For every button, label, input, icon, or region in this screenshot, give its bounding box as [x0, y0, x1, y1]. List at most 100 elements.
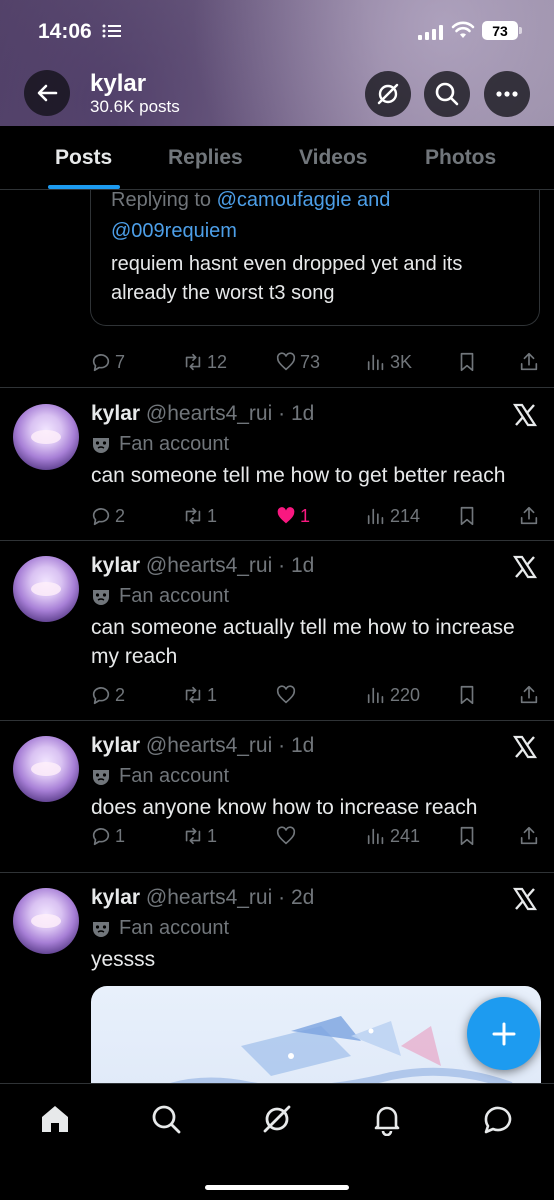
- share-button[interactable]: [518, 351, 540, 373]
- mention-link[interactable]: @camoufaggie: [217, 190, 352, 211]
- bookmark-icon: [460, 685, 474, 705]
- post[interactable]: kylar @hearts4_rui · 1d Fan account can …: [0, 540, 554, 720]
- heart-icon: [276, 352, 296, 371]
- share-button[interactable]: [518, 825, 540, 847]
- avatar[interactable]: [13, 736, 79, 802]
- tab-posts[interactable]: Posts: [55, 146, 112, 170]
- views-button[interactable]: 220: [365, 684, 420, 706]
- share-icon: [520, 506, 538, 525]
- like-button[interactable]: [275, 825, 300, 847]
- bell-icon[interactable]: [370, 1102, 404, 1136]
- quoted-post[interactable]: Replying to @camoufaggie and @009requiem …: [90, 190, 540, 326]
- profile-post-count: 30.6K posts: [90, 97, 180, 116]
- reply-button[interactable]: 7: [90, 351, 125, 373]
- share-button[interactable]: [518, 684, 540, 706]
- share-button[interactable]: [518, 505, 540, 527]
- bookmark-button[interactable]: [456, 825, 478, 847]
- post-actions: 2 1 220: [90, 684, 540, 710]
- views-icon: [367, 354, 384, 371]
- battery-indicator: 73: [482, 21, 518, 40]
- grok-button[interactable]: [365, 71, 411, 117]
- list-icon: [102, 24, 121, 38]
- tab-replies[interactable]: Replies: [168, 146, 243, 170]
- repost-button[interactable]: 1: [182, 825, 217, 847]
- avatar[interactable]: [13, 556, 79, 622]
- repost-button[interactable]: 12: [182, 351, 227, 373]
- search-button[interactable]: [424, 71, 470, 117]
- author-name[interactable]: kylar: [91, 402, 140, 425]
- status-time: 14:06: [38, 20, 92, 43]
- back-button[interactable]: [24, 70, 70, 116]
- x-logo-icon: [512, 403, 538, 427]
- tab-photos[interactable]: Photos: [425, 146, 496, 170]
- bookmark-button[interactable]: [456, 505, 478, 527]
- post-actions: 2 1 1 214: [90, 505, 540, 531]
- views-button[interactable]: 3K: [365, 351, 412, 373]
- author-name[interactable]: kylar: [91, 554, 140, 577]
- bookmark-button[interactable]: [456, 684, 478, 706]
- repost-count: 1: [207, 684, 218, 705]
- account-label-text: Fan account: [119, 765, 230, 787]
- post[interactable]: kylar @hearts4_rui · 1d Fan account does…: [0, 720, 554, 872]
- post-text: does anyone know how to increase reach: [91, 796, 478, 819]
- views-icon: [367, 687, 384, 704]
- avatar[interactable]: [13, 888, 79, 954]
- bookmark-icon: [460, 352, 474, 372]
- bookmark-button[interactable]: [456, 351, 478, 373]
- profile-header: 14:06 73 kylar 30.6K posts: [0, 0, 554, 126]
- author-handle[interactable]: @hearts4_rui: [146, 886, 272, 909]
- views-count: 241: [390, 825, 421, 846]
- author-name[interactable]: kylar: [91, 886, 140, 909]
- author-handle[interactable]: @hearts4_rui: [146, 734, 272, 757]
- x-logo-icon: [512, 735, 538, 759]
- signal-icon: [418, 24, 443, 40]
- wifi-icon: [451, 21, 475, 38]
- account-label-text: Fan account: [119, 433, 230, 455]
- reply-button[interactable]: 1: [90, 825, 125, 847]
- replying-prefix: Replying to: [111, 190, 217, 211]
- heart-filled-icon: [277, 507, 295, 524]
- share-icon: [520, 826, 538, 845]
- author-name[interactable]: kylar: [91, 734, 140, 757]
- share-icon: [520, 685, 538, 704]
- repost-count: 1: [207, 505, 218, 526]
- compose-button[interactable]: [467, 997, 540, 1070]
- tab-videos[interactable]: Videos: [299, 146, 367, 170]
- avatar[interactable]: [13, 404, 79, 470]
- search-icon: [435, 82, 459, 106]
- x-logo-icon: [512, 887, 538, 911]
- post-text: yessss: [91, 948, 156, 971]
- repost-icon: [185, 507, 201, 525]
- heart-icon: [276, 826, 296, 845]
- mention-link[interactable]: @009requiem: [111, 220, 237, 242]
- account-label-text: Fan account: [119, 917, 230, 939]
- reply-icon: [92, 687, 110, 705]
- home-icon[interactable]: [38, 1102, 72, 1136]
- more-options-button[interactable]: [484, 71, 530, 117]
- like-button[interactable]: [275, 684, 300, 706]
- grok-icon[interactable]: [260, 1102, 294, 1136]
- author-handle[interactable]: @hearts4_rui: [146, 402, 272, 425]
- bottom-navigation: [0, 1083, 554, 1200]
- account-label: Fan account: [91, 765, 229, 788]
- like-button[interactable]: 73: [275, 351, 320, 373]
- author-handle[interactable]: @hearts4_rui: [146, 554, 272, 577]
- views-button[interactable]: 214: [365, 505, 420, 527]
- share-icon: [520, 352, 538, 371]
- repost-button[interactable]: 1: [182, 505, 217, 527]
- x-logo-icon: [512, 555, 538, 579]
- like-button[interactable]: 1: [275, 505, 310, 527]
- reply-button[interactable]: 2: [90, 505, 125, 527]
- post-time: 1d: [290, 554, 315, 577]
- repost-button[interactable]: 1: [182, 684, 217, 706]
- views-button[interactable]: 241: [365, 825, 420, 847]
- messages-icon[interactable]: [481, 1102, 515, 1136]
- post[interactable]: kylar @hearts4_rui · 1d Fan account can …: [0, 388, 554, 540]
- account-label: Fan account: [91, 433, 229, 456]
- reply-count: 2: [115, 684, 126, 705]
- repost-icon: [185, 353, 201, 371]
- reply-button[interactable]: 2: [90, 684, 125, 706]
- search-icon[interactable]: [149, 1102, 183, 1136]
- mask-icon: [93, 769, 109, 785]
- compose-icon: [492, 1022, 515, 1045]
